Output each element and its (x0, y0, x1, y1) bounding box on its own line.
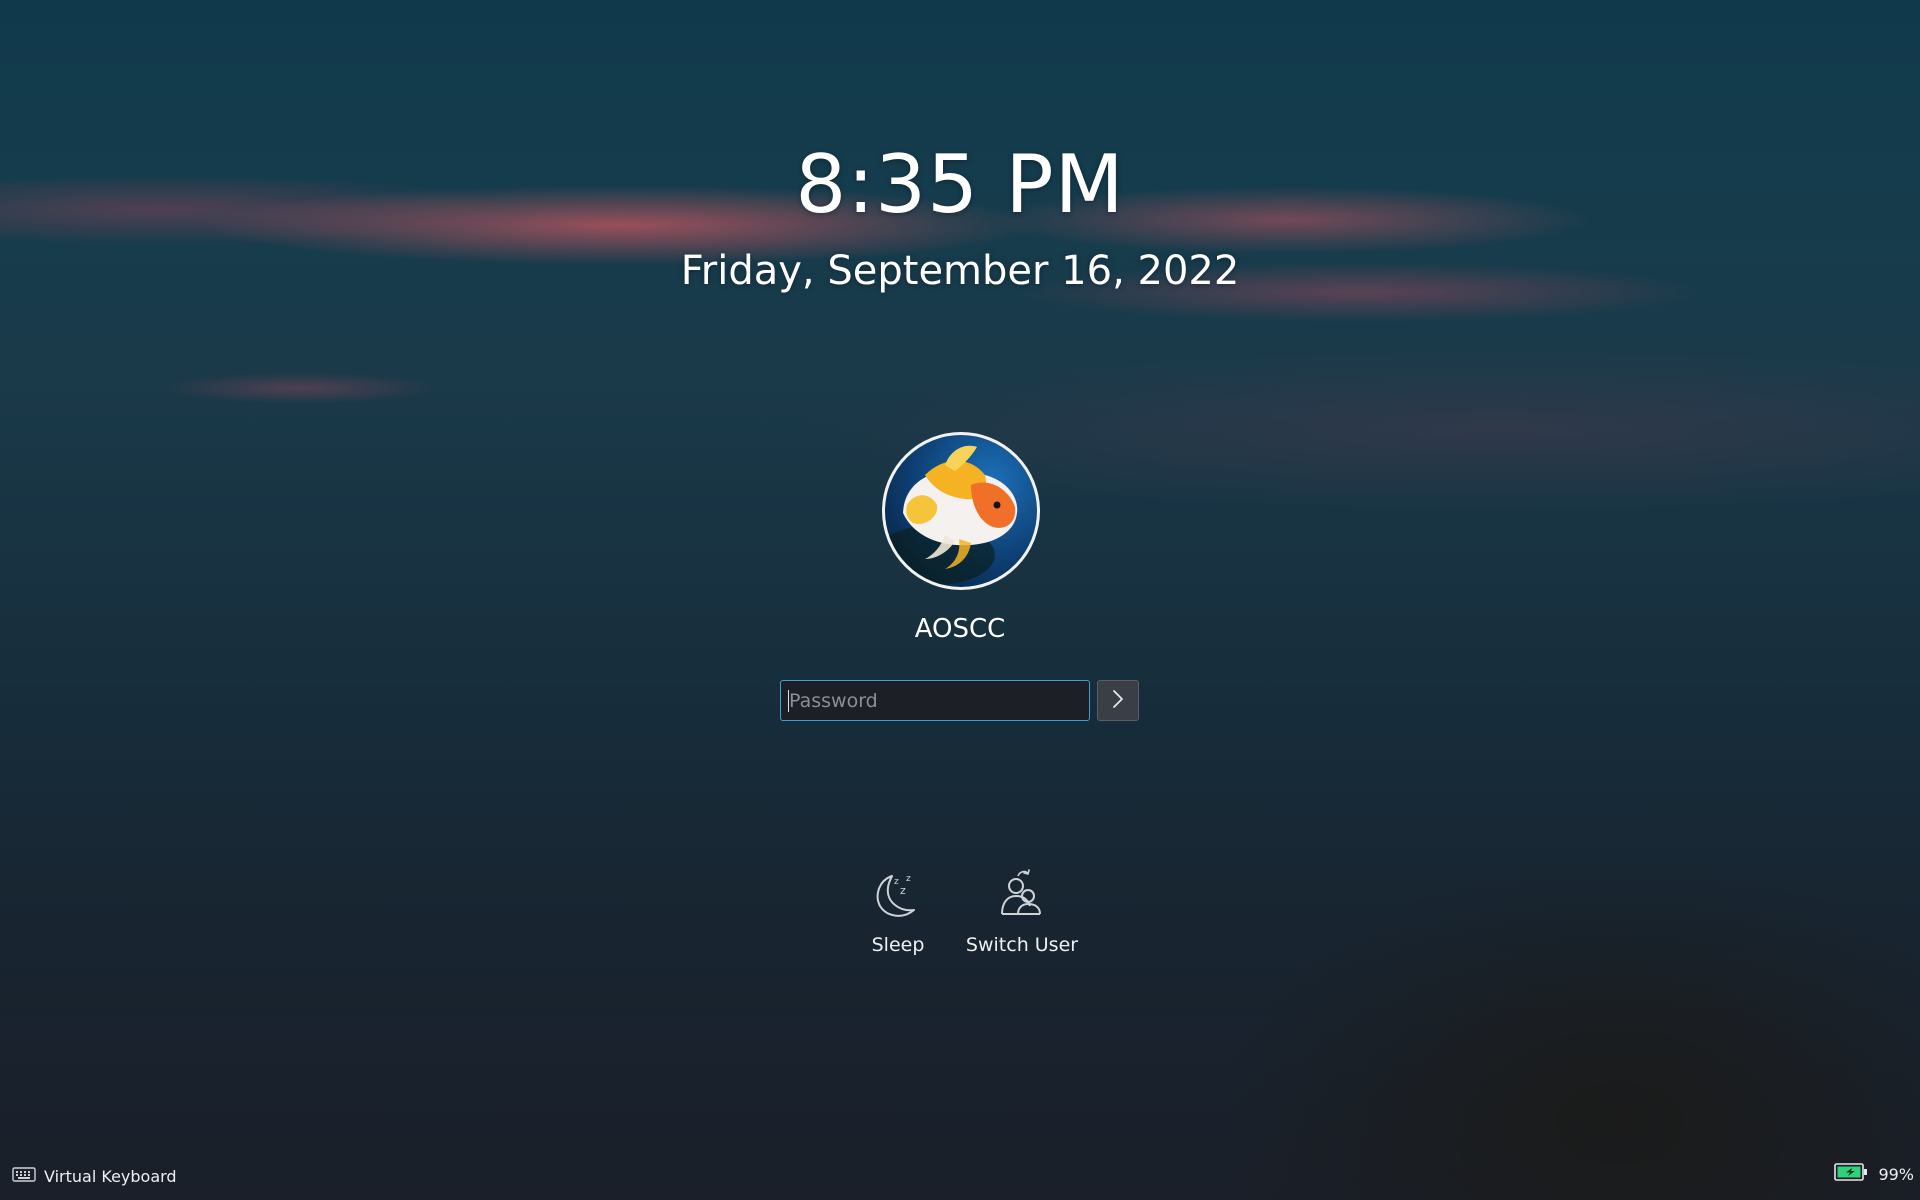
sleep-label: Sleep (871, 934, 925, 956)
chevron-right-icon (1111, 688, 1125, 714)
sleep-moon-icon: z z z (872, 868, 924, 920)
virtual-keyboard-label: Virtual Keyboard (44, 1166, 177, 1186)
clock-time: 8:35 PM (795, 138, 1125, 231)
battery-charging-icon (1834, 1162, 1868, 1186)
username: AOSCC (914, 614, 1006, 644)
password-input[interactable] (780, 680, 1090, 721)
switch-user-button[interactable]: Switch User (966, 868, 1078, 956)
virtual-keyboard-button[interactable]: Virtual Keyboard (12, 1166, 177, 1186)
sleep-button[interactable]: z z z Sleep (866, 868, 930, 956)
svg-text:z: z (900, 884, 906, 897)
battery-percent: 99% (1878, 1164, 1914, 1184)
switch-user-label: Switch User (965, 934, 1079, 956)
user-avatar (882, 432, 1040, 590)
keyboard-icon (12, 1166, 36, 1186)
svg-text:z: z (906, 874, 911, 884)
text-caret (788, 690, 789, 712)
battery-indicator: 99% (1834, 1162, 1914, 1186)
login-submit-button[interactable] (1097, 680, 1139, 721)
lock-screen: 8:35 PM Friday, September 16, 2022 AOSCC (0, 0, 1920, 1200)
clock-date: Friday, September 16, 2022 (680, 248, 1240, 294)
svg-text:z: z (894, 877, 899, 887)
switch-user-icon (996, 868, 1048, 920)
